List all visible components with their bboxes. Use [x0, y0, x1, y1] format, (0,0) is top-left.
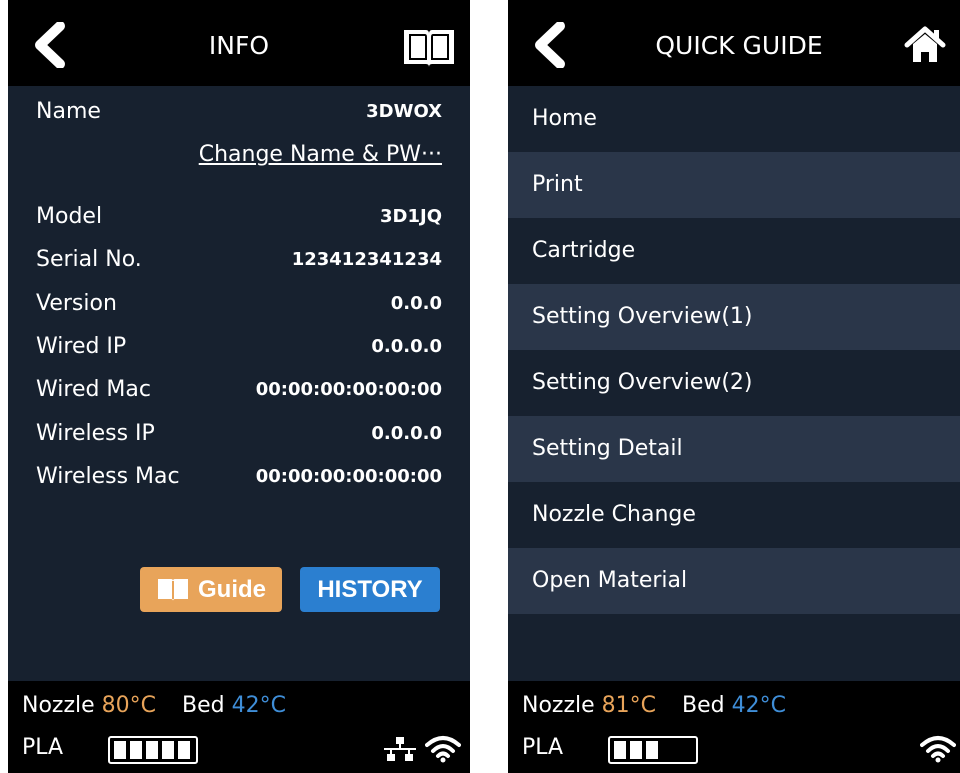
material-level-cell: [646, 741, 658, 759]
row-value: 0.0.0.0: [371, 336, 442, 357]
nozzle-temp: 81°C: [601, 693, 657, 718]
material-level-cell: [162, 741, 174, 759]
info-row-wireless-ip: Wireless IP 0.0.0.0: [36, 421, 442, 451]
network-status: [920, 735, 956, 767]
guide-item-setting-detail[interactable]: Setting Detail: [508, 416, 960, 482]
home-icon: [904, 26, 946, 62]
row-label: Wired Mac: [36, 377, 151, 402]
guide-button[interactable]: Guide: [140, 567, 282, 612]
status-bar: Nozzle 80°C Bed 42°C PLA: [8, 681, 470, 773]
row-label: Wireless IP: [36, 421, 155, 446]
material-level-cell: [630, 741, 642, 759]
network-status: [382, 735, 462, 767]
material-level-cell: [114, 741, 126, 759]
row-value: 3D1JQ: [380, 206, 442, 227]
temperature-readout: Nozzle 81°C Bed 42°C: [522, 693, 786, 718]
material-level-gauge: [108, 736, 198, 764]
guide-item-setting-overview-2[interactable]: Setting Overview(2): [508, 350, 960, 416]
manual-button[interactable]: [401, 26, 457, 72]
row-label: Wireless Mac: [36, 464, 180, 489]
info-screen: INFO Name 3DWOX Change Name & PW··· Mode…: [8, 0, 470, 773]
row-label: Wired IP: [36, 334, 127, 359]
row-label: Version: [36, 291, 117, 316]
row-value: 123412341234: [291, 249, 442, 270]
info-row-wired-ip: Wired IP 0.0.0.0: [36, 334, 442, 364]
info-row-model: Model 3D1JQ: [36, 204, 442, 234]
info-row-serial: Serial No. 123412341234: [36, 247, 442, 277]
info-row-version: Version 0.0.0: [36, 291, 442, 321]
quick-guide-screen: QUICK GUIDE Home Print Cartridge Setting…: [508, 0, 960, 773]
change-name-pw-link[interactable]: Change Name & PW···: [199, 142, 442, 167]
guide-top-bar: QUICK GUIDE: [508, 0, 960, 86]
material-level-cell: [146, 741, 158, 759]
row-label: Serial No.: [36, 247, 142, 272]
material-label: PLA: [22, 735, 64, 760]
row-value: 0.0.0: [390, 293, 442, 314]
home-button[interactable]: [904, 26, 946, 68]
bed-temp: 42°C: [231, 693, 286, 718]
info-row-wireless-mac: Wireless Mac 00:00:00:00:00:00: [36, 464, 442, 494]
material-label: PLA: [522, 735, 564, 760]
material-level-cell: [178, 741, 190, 759]
guide-button-label: Guide: [197, 576, 266, 603]
row-value: 00:00:00:00:00:00: [255, 379, 442, 400]
temperature-readout: Nozzle 80°C Bed 42°C: [22, 693, 286, 718]
material-level-gauge: [608, 736, 698, 764]
guide-item-print[interactable]: Print: [508, 152, 960, 218]
guide-item-setting-overview-1[interactable]: Setting Overview(1): [508, 284, 960, 350]
nozzle-label: Nozzle: [522, 693, 595, 718]
wired-network-icon: [384, 737, 416, 761]
guide-item-cartridge[interactable]: Cartridge: [508, 218, 960, 284]
guide-item-home[interactable]: Home: [508, 86, 960, 152]
history-button[interactable]: HISTORY: [300, 567, 440, 612]
info-row-wired-mac: Wired Mac 00:00:00:00:00:00: [36, 377, 442, 407]
info-row-name: Name 3DWOX: [36, 99, 442, 129]
bed-temp: 42°C: [731, 693, 786, 718]
book-icon: [157, 579, 188, 601]
wifi-icon: [425, 736, 462, 763]
guide-item-nozzle-change[interactable]: Nozzle Change: [508, 482, 960, 548]
bed-label: Bed: [182, 693, 225, 718]
row-label: Model: [36, 204, 103, 229]
status-bar: Nozzle 81°C Bed 42°C PLA: [508, 681, 960, 773]
row-label: Name: [36, 99, 101, 124]
bed-label: Bed: [682, 693, 725, 718]
book-icon: [404, 30, 454, 67]
guide-item-open-material[interactable]: Open Material: [508, 548, 960, 614]
row-value: 3DWOX: [366, 101, 442, 122]
material-level-cell: [130, 741, 142, 759]
row-value: 00:00:00:00:00:00: [255, 466, 442, 487]
row-value: 0.0.0.0: [371, 423, 442, 444]
page-title: QUICK GUIDE: [655, 31, 823, 60]
info-top-bar: INFO: [8, 0, 470, 86]
nozzle-label: Nozzle: [22, 693, 95, 718]
nozzle-temp: 80°C: [101, 693, 157, 718]
wifi-icon: [920, 736, 956, 763]
material-level-cell: [614, 741, 626, 759]
